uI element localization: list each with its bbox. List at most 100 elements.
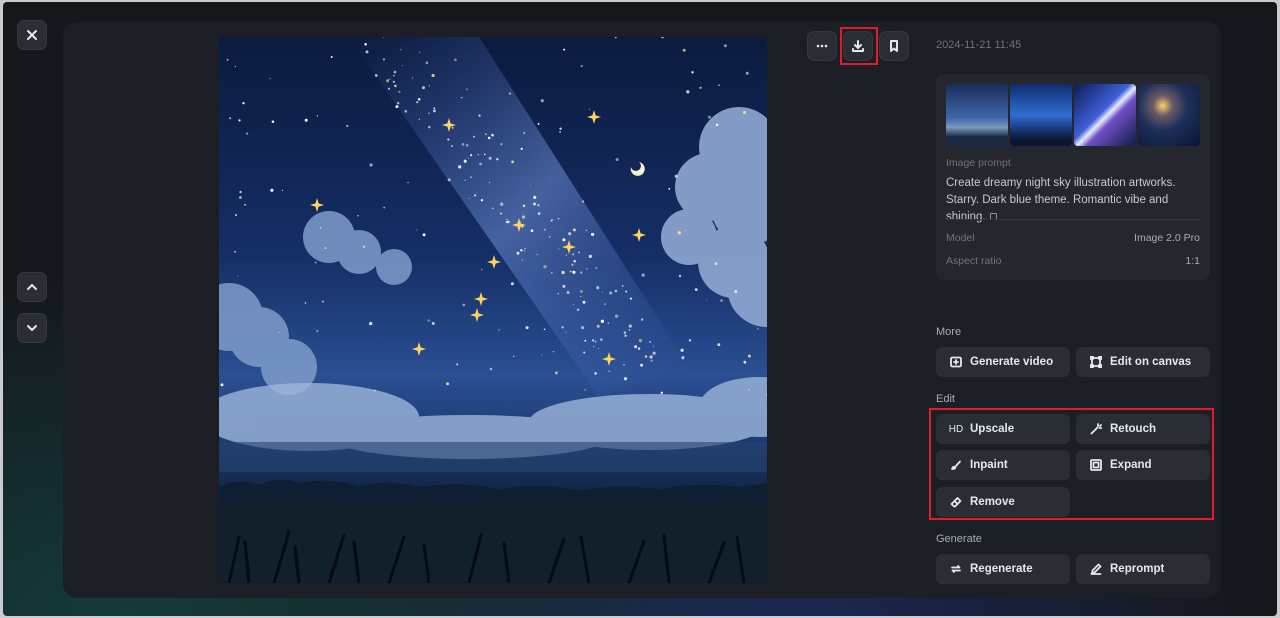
star xyxy=(491,133,494,137)
chevron-up-icon xyxy=(27,284,37,290)
bookmark-icon xyxy=(890,40,898,52)
star xyxy=(389,78,391,80)
star xyxy=(271,120,275,123)
star xyxy=(324,247,327,250)
bookmark-button[interactable] xyxy=(879,31,909,61)
reference-thumbnail-4[interactable] xyxy=(1138,84,1200,146)
star xyxy=(568,232,572,236)
star xyxy=(421,86,426,90)
star xyxy=(411,77,414,79)
retouch-button[interactable]: Retouch xyxy=(1076,414,1210,444)
star xyxy=(634,345,638,349)
star xyxy=(550,271,553,274)
star xyxy=(572,303,575,306)
download-button[interactable] xyxy=(843,31,873,61)
star xyxy=(314,261,317,264)
sparkle-star xyxy=(487,255,501,269)
close-button[interactable] xyxy=(17,20,47,50)
star xyxy=(488,156,492,160)
star xyxy=(641,273,645,277)
star xyxy=(419,51,421,53)
generate-video-button[interactable]: Generate video xyxy=(936,347,1070,377)
star xyxy=(364,43,367,46)
star xyxy=(511,160,514,164)
star xyxy=(394,84,397,88)
star xyxy=(623,331,627,334)
star xyxy=(543,328,546,331)
star xyxy=(565,254,567,256)
star xyxy=(239,196,242,199)
star xyxy=(477,153,480,156)
remove-button[interactable]: Remove xyxy=(936,487,1070,517)
star xyxy=(543,265,547,269)
star xyxy=(621,285,624,287)
star xyxy=(246,132,249,135)
star xyxy=(723,44,727,48)
star xyxy=(491,207,494,210)
star xyxy=(465,144,469,147)
star xyxy=(596,324,600,328)
previous-image-button[interactable] xyxy=(17,272,47,302)
star xyxy=(588,254,592,259)
next-image-button[interactable] xyxy=(17,313,47,343)
star xyxy=(536,253,538,256)
reprompt-button[interactable]: Reprompt xyxy=(1076,554,1210,584)
reference-thumbnail-2[interactable] xyxy=(1010,84,1072,146)
star xyxy=(500,143,503,146)
star xyxy=(278,331,280,334)
star xyxy=(566,291,570,294)
pencil-icon xyxy=(1089,562,1103,576)
star xyxy=(398,90,401,93)
star xyxy=(464,179,466,181)
star xyxy=(418,118,420,120)
star xyxy=(559,127,562,131)
star xyxy=(576,308,580,312)
star xyxy=(708,115,711,119)
star xyxy=(487,136,491,140)
sparkle-star xyxy=(474,292,488,306)
star xyxy=(614,289,618,293)
star xyxy=(660,391,664,395)
star xyxy=(388,87,390,90)
star xyxy=(407,181,409,184)
star xyxy=(239,190,242,194)
star xyxy=(479,162,482,166)
inpaint-button[interactable]: Inpaint xyxy=(936,450,1070,480)
download-icon xyxy=(852,40,864,52)
more-options-button[interactable] xyxy=(807,31,837,61)
star xyxy=(686,90,690,94)
star xyxy=(269,78,271,80)
star xyxy=(456,363,459,366)
star xyxy=(524,250,526,252)
star xyxy=(674,174,678,178)
star xyxy=(543,228,546,231)
star xyxy=(652,351,656,355)
star xyxy=(691,71,694,74)
star xyxy=(369,321,373,326)
regenerate-button[interactable]: Regenerate xyxy=(936,554,1070,584)
sparkle-star xyxy=(632,228,646,242)
model-label: Model xyxy=(946,232,975,244)
star xyxy=(582,200,585,203)
star xyxy=(500,202,504,206)
star xyxy=(461,143,465,146)
star xyxy=(363,245,366,248)
star xyxy=(226,58,229,61)
refresh-icon xyxy=(949,562,963,576)
star xyxy=(591,339,595,342)
expand-button[interactable]: Expand xyxy=(1076,450,1210,480)
magic-wand-icon xyxy=(1089,422,1103,436)
edit-on-canvas-button[interactable]: Edit on canvas xyxy=(1076,347,1210,377)
generate-section-label: Generate xyxy=(936,533,982,545)
star xyxy=(638,339,642,343)
reference-thumbnail-1[interactable] xyxy=(946,84,1008,146)
upscale-button[interactable]: HD Upscale xyxy=(936,414,1070,444)
star xyxy=(244,203,247,206)
reprompt-label: Reprompt xyxy=(1110,563,1165,575)
star xyxy=(416,229,418,231)
star xyxy=(461,96,463,99)
star xyxy=(397,102,400,105)
star xyxy=(561,326,564,329)
aspect-ratio-label: Aspect ratio xyxy=(946,255,1002,267)
reference-thumbnail-3[interactable] xyxy=(1074,84,1136,146)
